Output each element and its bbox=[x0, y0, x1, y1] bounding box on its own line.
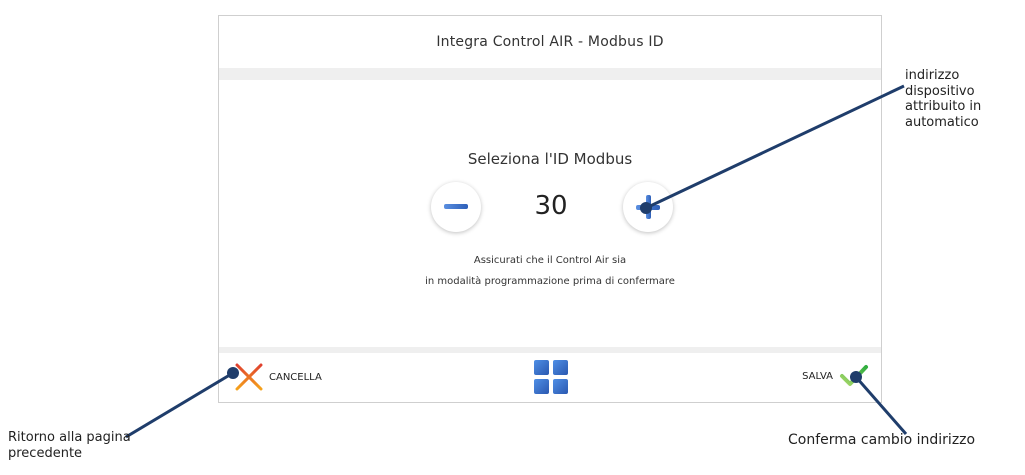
callout-text-line: dispositivo bbox=[905, 83, 975, 99]
footer-bar: CANCELLA SALVA bbox=[219, 353, 881, 403]
callout-back: Ritorno alla pagina precedente bbox=[8, 430, 131, 461]
header-divider bbox=[219, 68, 881, 80]
device-screen: Integra Control AIR - Modbus ID Selezion… bbox=[218, 15, 882, 403]
minus-icon bbox=[444, 204, 468, 209]
hint-line-2: in modalità programmazione prima di conf… bbox=[425, 276, 675, 287]
screen-title: Integra Control AIR - Modbus ID bbox=[436, 34, 664, 50]
callout-text-line: precedente bbox=[8, 445, 83, 461]
callout-device-address: indirizzo dispositivo attribuito in auto… bbox=[905, 68, 981, 130]
plus-icon bbox=[636, 195, 660, 219]
increment-button[interactable] bbox=[623, 182, 673, 232]
save-button[interactable]: SALVA bbox=[802, 363, 869, 389]
save-label: SALVA bbox=[802, 370, 833, 382]
callout-confirm: Conferma cambio indirizzo bbox=[788, 432, 976, 448]
cancel-button[interactable]: CANCELLA bbox=[233, 361, 322, 393]
cancel-x-icon bbox=[235, 363, 263, 391]
cancel-label: CANCELLA bbox=[269, 371, 322, 383]
hint-line-1: Assicurati che il Control Air sia bbox=[473, 255, 627, 266]
callout-text-line: indirizzo bbox=[905, 68, 960, 83]
checkmark-icon bbox=[840, 365, 868, 386]
decrement-button[interactable] bbox=[431, 182, 481, 232]
home-button[interactable] bbox=[533, 359, 569, 395]
callout-text-line: automatico bbox=[905, 114, 979, 130]
home-grid-icon bbox=[534, 360, 568, 394]
modbus-id-value: 30 bbox=[534, 191, 568, 221]
callout-text-line: attribuito in bbox=[905, 99, 982, 115]
callout-text-line: Ritorno alla pagina bbox=[8, 430, 131, 445]
select-modbus-label: Seleziona l'ID Modbus bbox=[467, 150, 633, 168]
